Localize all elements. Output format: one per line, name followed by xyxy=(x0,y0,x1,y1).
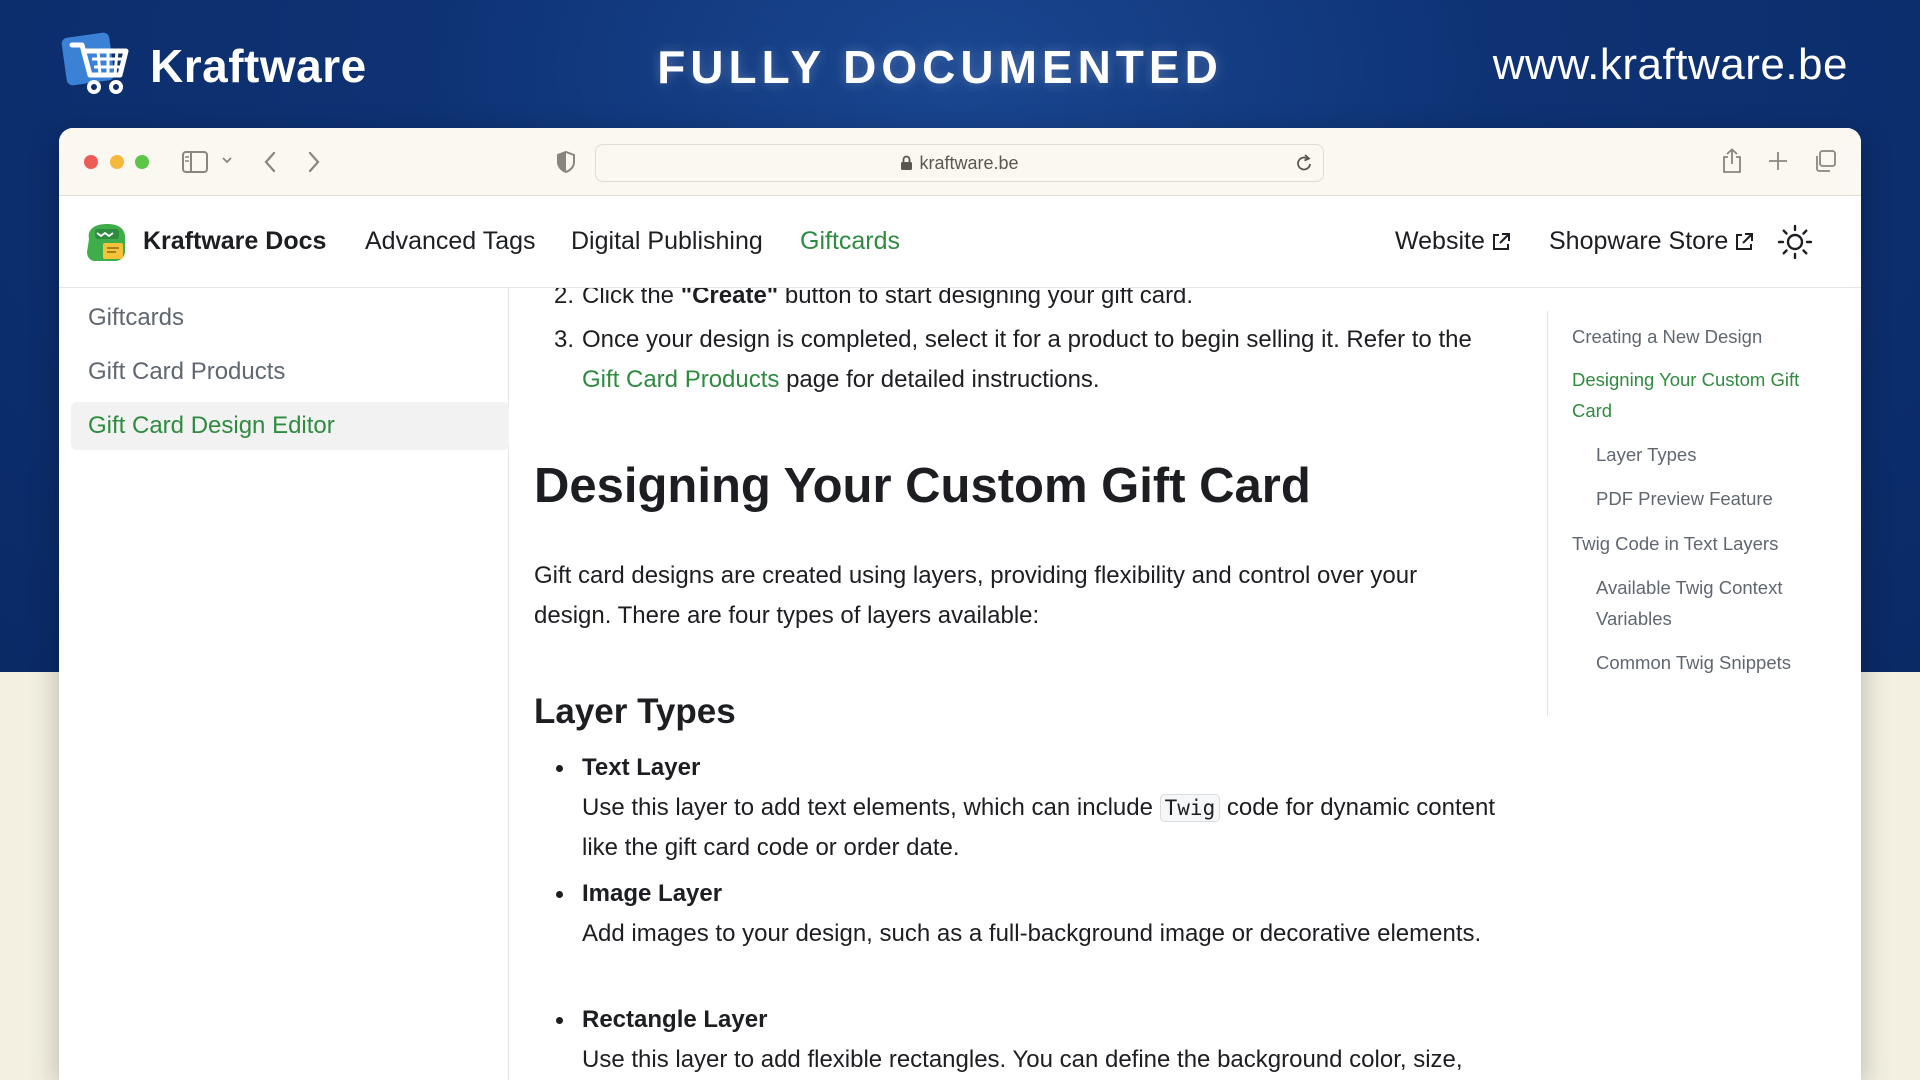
browser-toolbar: kraftware.be xyxy=(59,128,1861,196)
external-link-icon xyxy=(1736,232,1754,250)
step-2-text-before: Click the xyxy=(582,288,681,309)
banner-url: www.kraftware.be xyxy=(1492,40,1848,89)
list-item: Rectangle Layer Use this layer to add fl… xyxy=(556,1000,1502,1080)
bullet-text-before: Use this layer to add text elements, whi… xyxy=(582,794,1160,821)
bullet-text: Use this layer to add flexible rectangle… xyxy=(582,1046,1463,1073)
table-of-contents: Creating a New Design Designing Your Cus… xyxy=(1547,311,1847,716)
kraftware-docs-logo-icon[interactable] xyxy=(83,221,129,263)
step-2: 2. Click the "Create" button to start des… xyxy=(554,288,1193,316)
inline-code: Twig xyxy=(1159,794,1221,822)
brand: Kraftware xyxy=(58,30,367,102)
toc-item-twig-code-in-text-layers[interactable]: Twig Code in Text Layers xyxy=(1572,528,1778,559)
nav-digital-publishing[interactable]: Digital Publishing xyxy=(571,227,763,256)
nav-website-label: Website xyxy=(1395,227,1485,255)
docs-sidebar: Giftcards Gift Card Products Gift Card D… xyxy=(59,288,509,1080)
address-bar[interactable]: kraftware.be xyxy=(595,144,1324,182)
step-3-text-after: page for detailed instructions. xyxy=(779,366,1100,393)
docs-navbar: Kraftware Docs Advanced Tags Digital Pub… xyxy=(59,196,1861,288)
address-text: kraftware.be xyxy=(919,152,1019,173)
maximize-window-button[interactable] xyxy=(135,155,149,169)
banner-title: FULLY DOCUMENTED xyxy=(657,41,1223,93)
nav-website-link[interactable]: Website xyxy=(1395,227,1511,256)
sun-theme-toggle-icon[interactable] xyxy=(1777,224,1813,260)
nav-shopware-store-label: Shopware Store xyxy=(1549,227,1729,255)
list-item: Image Layer Add images to your design, s… xyxy=(556,874,1502,954)
reload-icon[interactable] xyxy=(1295,153,1313,173)
bullet-text: Add images to your design, such as a ful… xyxy=(582,920,1482,947)
nav-shopware-store-link[interactable]: Shopware Store xyxy=(1549,227,1754,256)
tab-overview-icon[interactable] xyxy=(1813,149,1837,173)
nav-advanced-tags[interactable]: Advanced Tags xyxy=(365,227,536,256)
page-heading: Designing Your Custom Gift Card xyxy=(534,459,1311,513)
shopping-cart-logo-icon xyxy=(61,32,129,94)
intro-paragraph: Gift card designs are created using laye… xyxy=(534,562,1418,629)
step-3-text: Once your design is completed, select it… xyxy=(582,326,1472,353)
toc-item-creating-new-design[interactable]: Creating a New Design xyxy=(1572,321,1762,352)
toc-item-layer-types[interactable]: Layer Types xyxy=(1596,439,1696,470)
toc-item-common-twig-snippets[interactable]: Common Twig Snippets xyxy=(1596,647,1791,678)
step-3-number: 3. xyxy=(554,326,575,353)
browser-window: kraftware.be Kraftware Docs Advanced Tag… xyxy=(59,128,1861,1080)
chevron-down-icon[interactable] xyxy=(221,154,233,166)
sidebar-item-giftcards[interactable]: Giftcards xyxy=(71,294,509,342)
sidebar-item-gift-card-design-editor[interactable]: Gift Card Design Editor xyxy=(71,402,509,450)
docs-title[interactable]: Kraftware Docs xyxy=(143,227,326,256)
step-2-text-after: button to start designing your gift card… xyxy=(778,288,1194,309)
share-icon[interactable] xyxy=(1721,148,1743,174)
step-2-number: 2. xyxy=(554,288,575,309)
step-3: 3. Once your design is completed, select … xyxy=(554,320,1534,400)
list-item: Text Layer Use this layer to add text el… xyxy=(556,748,1502,868)
minimize-window-button[interactable] xyxy=(110,155,124,169)
bullet-title: Image Layer xyxy=(582,880,723,907)
back-arrow-icon[interactable] xyxy=(263,150,277,174)
brand-name: Kraftware xyxy=(150,40,367,92)
nav-giftcards[interactable]: Giftcards xyxy=(800,227,900,256)
gift-card-products-link[interactable]: Gift Card Products xyxy=(582,366,779,393)
layer-types-heading: Layer Types xyxy=(534,692,736,731)
bullet-title: Text Layer xyxy=(582,754,701,781)
sidebar-item-gift-card-products[interactable]: Gift Card Products xyxy=(71,348,509,396)
toc-item-available-twig-context-variables[interactable]: Available Twig Context Variables xyxy=(1596,572,1826,634)
lock-icon xyxy=(901,155,913,170)
toc-item-designing-custom-gift-card[interactable]: Designing Your Custom Gift Card xyxy=(1572,364,1842,426)
doc-content: 2. Click the "Create" button to start des… xyxy=(534,288,1564,1080)
forward-arrow-icon[interactable] xyxy=(307,150,321,174)
new-tab-plus-icon[interactable] xyxy=(1767,150,1789,172)
bullet-title: Rectangle Layer xyxy=(582,1006,768,1033)
sidebar-toggle-icon[interactable] xyxy=(182,151,208,173)
external-link-icon xyxy=(1492,232,1510,250)
toc-item-pdf-preview-feature[interactable]: PDF Preview Feature xyxy=(1596,483,1773,514)
close-window-button[interactable] xyxy=(84,155,98,169)
privacy-shield-icon[interactable] xyxy=(556,150,576,174)
step-2-strong: "Create" xyxy=(680,288,779,309)
